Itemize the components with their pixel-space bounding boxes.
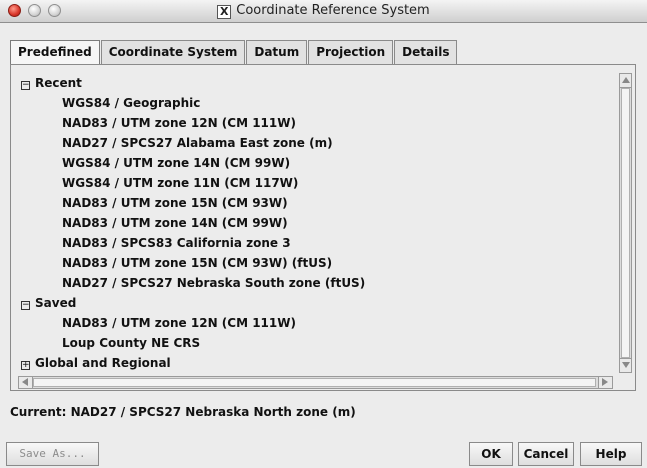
group-label: Saved (35, 296, 77, 310)
tab-coordinate-system[interactable]: Coordinate System (100, 40, 246, 64)
scroll-up-arrow[interactable] (620, 74, 631, 88)
tab-datum[interactable]: Datum (246, 40, 308, 64)
tree-item[interactable]: NAD83 / UTM zone 15N (CM 93W) (18, 193, 613, 213)
tree-item[interactable]: NAD27 / SPCS27 Nebraska South zone (ftUS… (18, 273, 613, 293)
tab-predefined[interactable]: Predefined (10, 40, 100, 65)
ok-button[interactable]: OK (469, 442, 513, 466)
window-title: Coordinate Reference System (236, 3, 430, 18)
tree-item[interactable]: NAD83 / UTM zone 14N (CM 99W) (18, 213, 613, 233)
expand-icon[interactable]: + (21, 361, 30, 370)
arrow-left-icon (22, 378, 28, 386)
scroll-left-arrow[interactable] (19, 377, 33, 388)
tree-item[interactable]: NAD27 / SPCS27 Alabama East zone (m) (18, 133, 613, 153)
tree-item[interactable]: NAD83 / UTM zone 15N (CM 93W) (ftUS) (18, 253, 613, 273)
tree-group-recent[interactable]: − Recent (18, 73, 613, 93)
scroll-down-arrow[interactable] (620, 358, 631, 372)
horizontal-scroll-thumb[interactable] (33, 378, 596, 387)
collapse-icon[interactable]: − (21, 301, 30, 310)
collapse-icon[interactable]: − (21, 81, 30, 90)
group-label: Recent (35, 76, 82, 90)
help-button[interactable]: Help (580, 442, 642, 466)
tree-group-global-and-regional[interactable]: + Global and Regional (18, 353, 613, 373)
arrow-down-icon (622, 362, 630, 368)
tree-item[interactable]: WGS84 / UTM zone 11N (CM 117W) (18, 173, 613, 193)
tree-item[interactable]: Loup County NE CRS (18, 333, 613, 353)
tree-item[interactable]: NAD83 / UTM zone 12N (CM 111W) (18, 313, 613, 333)
tree-item[interactable]: NAD83 / SPCS83 California zone 3 (18, 233, 613, 253)
tree-item[interactable]: WGS84 / UTM zone 14N (CM 99W) (18, 153, 613, 173)
title-bar: X Coordinate Reference System (0, 0, 647, 23)
tree-item[interactable]: WGS84 / Geographic (18, 93, 613, 113)
tab-details[interactable]: Details (394, 40, 458, 64)
current-crs-label: Current: NAD27 / SPCS27 Nebraska North z… (10, 405, 356, 419)
horizontal-scrollbar[interactable] (18, 376, 613, 389)
save-as-button[interactable]: Save As... (6, 442, 99, 466)
tree-item[interactable]: NAD83 / UTM zone 12N (CM 111W) (18, 113, 613, 133)
crs-tree[interactable]: − Recent WGS84 / Geographic NAD83 / UTM z… (18, 73, 613, 375)
tree-group-saved[interactable]: − Saved (18, 293, 613, 313)
vertical-scrollbar[interactable] (619, 73, 632, 373)
group-label: Global and Regional (35, 356, 171, 370)
window-title-area: X Coordinate Reference System (0, 3, 647, 19)
arrow-right-icon (602, 378, 608, 386)
vertical-scroll-thumb[interactable] (621, 88, 630, 358)
cancel-button[interactable]: Cancel (518, 442, 574, 466)
predefined-panel: − Recent WGS84 / Geographic NAD83 / UTM z… (10, 64, 636, 391)
x11-app-icon: X (217, 5, 232, 19)
scroll-right-arrow[interactable] (598, 377, 612, 388)
tab-bar: Predefined Coordinate System Datum Proje… (10, 40, 458, 65)
arrow-up-icon (622, 77, 630, 83)
tab-projection[interactable]: Projection (308, 40, 394, 64)
